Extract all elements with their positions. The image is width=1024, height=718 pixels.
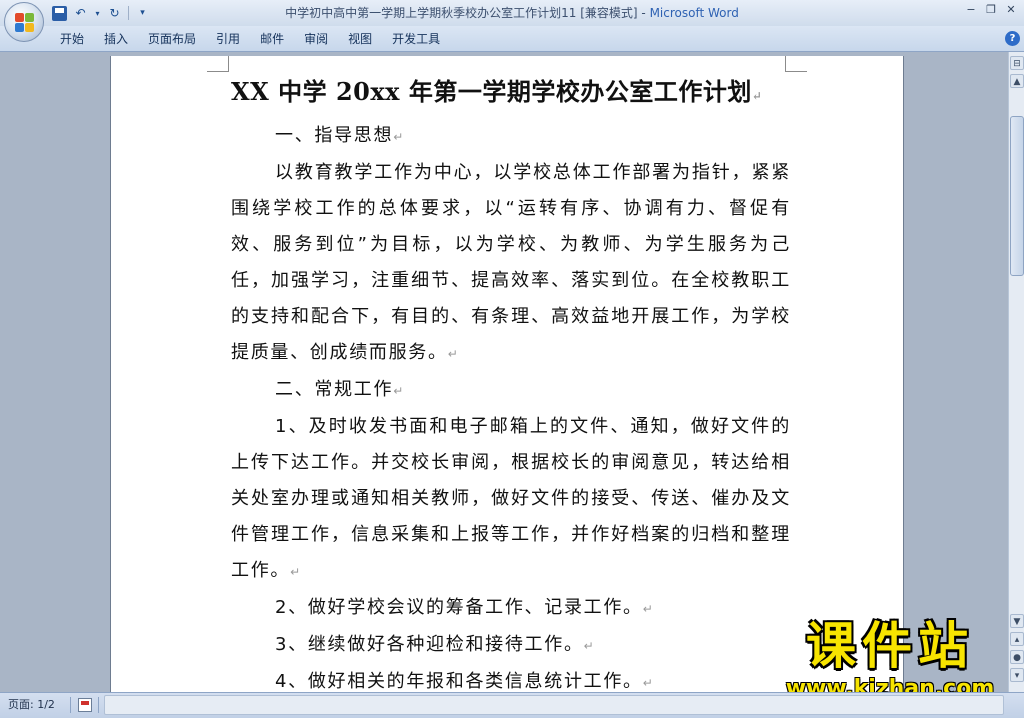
tab-review[interactable]: 审阅 — [294, 26, 338, 52]
customize-icon[interactable]: ▾ — [135, 6, 150, 21]
paragraph-mark: ↵ — [751, 89, 762, 103]
scroll-down-icon[interactable]: ▼ — [1010, 614, 1024, 628]
tab-references[interactable]: 引用 — [206, 26, 250, 52]
toolbar-separator — [128, 6, 129, 20]
title-bar: 中学初中高中第一学期上学期秋季校办公室工作计划11 [兼容模式] - Micro… — [0, 0, 1024, 26]
body-paragraph: 3、继续做好各种迎检和接待工作。↵ — [275, 634, 594, 655]
body-paragraph: 2、做好学校会议的筹备工作、记录工作。↵ — [275, 597, 653, 618]
window-title: 中学初中高中第一学期上学期秋季校办公室工作计划11 [兼容模式] - Micro… — [0, 0, 1024, 26]
macro-record-icon[interactable] — [78, 698, 92, 712]
paragraph-mark: ↵ — [447, 347, 458, 361]
paragraph-mark: ↵ — [642, 676, 653, 690]
tab-view[interactable]: 视图 — [338, 26, 382, 52]
section-heading: 一、指导思想↵ — [275, 125, 404, 146]
document-body[interactable]: XX 中学 20xx 年第一学期学校办公室工作计划↵ 一、指导思想↵ 以教育教学… — [231, 72, 791, 692]
redo-icon[interactable]: ↻ — [107, 6, 122, 21]
help-icon[interactable]: ? — [1005, 31, 1020, 46]
ribbon-tabs: 开始 插入 页面布局 引用 邮件 审阅 视图 开发工具 — [50, 26, 450, 52]
save-icon[interactable] — [52, 5, 67, 21]
undo-icon[interactable]: ↶ — [73, 6, 88, 21]
next-page-icon[interactable]: ▾ — [1010, 668, 1024, 682]
crop-mark-top-right — [785, 56, 807, 72]
paragraph-mark: ↵ — [393, 130, 404, 144]
document-workspace: XX 中学 20xx 年第一学期学校办公室工作计划↵ 一、指导思想↵ 以教育教学… — [0, 52, 1008, 692]
document-name: 中学初中高中第一学期上学期秋季校办公室工作计划11 [兼容模式] - — [285, 6, 650, 20]
status-bar: 页面: 1/2 — [0, 692, 1024, 718]
section-heading: 二、常规工作↵ — [275, 379, 404, 400]
status-divider — [98, 697, 99, 713]
paragraph-mark: ↵ — [290, 565, 301, 579]
paragraph-mark: ↵ — [583, 639, 594, 653]
undo-dropdown-icon[interactable]: ▾ — [94, 6, 101, 21]
horizontal-scrollbar[interactable] — [104, 695, 1004, 715]
ruler-toggle-icon[interactable]: ⊟ — [1010, 56, 1024, 70]
previous-page-icon[interactable]: ▴ — [1010, 632, 1024, 646]
browse-object-icon[interactable]: ● — [1010, 650, 1024, 664]
tab-mailings[interactable]: 邮件 — [250, 26, 294, 52]
ribbon-tab-bar: 开始 插入 页面布局 引用 邮件 审阅 视图 开发工具 ? — [0, 26, 1024, 52]
watermark-name: 课件站 — [806, 617, 974, 675]
restore-icon[interactable]: ❐ — [984, 3, 998, 17]
tab-page-layout[interactable]: 页面布局 — [138, 26, 206, 52]
quick-access-toolbar: ↶ ▾ ↻ ▾ — [52, 4, 150, 22]
window-controls: − ❐ ✕ — [964, 3, 1018, 17]
body-paragraph: 以教育教学工作为中心，以学校总体工作部署为指针，紧紧围绕学校工作的总体要求，以“… — [231, 162, 791, 363]
watermark: 课件站 www.kjzhan.com — [770, 616, 1008, 692]
office-logo-icon — [15, 13, 34, 32]
crop-mark-top-left — [207, 56, 229, 72]
minimize-icon[interactable]: − — [964, 3, 978, 17]
status-divider — [70, 697, 71, 713]
vertical-scrollbar[interactable]: ⊟ ▲ ▼ ▴ ● ▾ — [1008, 52, 1024, 692]
document-page[interactable]: XX 中学 20xx 年第一学期学校办公室工作计划↵ 一、指导思想↵ 以教育教学… — [110, 56, 904, 692]
paragraph-mark: ↵ — [393, 384, 404, 398]
scrollbar-thumb[interactable] — [1010, 116, 1024, 276]
tab-developer[interactable]: 开发工具 — [382, 26, 450, 52]
body-paragraph: 4、做好相关的年报和各类信息统计工作。↵ — [275, 671, 653, 692]
body-paragraph: 1、及时收发书面和电子邮箱上的文件、通知，做好文件的上传下达工作。并交校长审阅，… — [231, 416, 791, 581]
page-count[interactable]: 页面: 1/2 — [8, 693, 55, 717]
watermark-url: www.kjzhan.com — [785, 676, 995, 692]
document-title: XX 中学 20xx 年第一学期学校办公室工作计划↵ — [231, 77, 762, 106]
close-icon[interactable]: ✕ — [1004, 3, 1018, 17]
app-name: Microsoft Word — [649, 6, 739, 20]
tab-insert[interactable]: 插入 — [94, 26, 138, 52]
paragraph-mark: ↵ — [642, 602, 653, 616]
scroll-up-icon[interactable]: ▲ — [1010, 74, 1024, 88]
office-button[interactable] — [4, 2, 44, 42]
tab-home[interactable]: 开始 — [50, 26, 94, 52]
